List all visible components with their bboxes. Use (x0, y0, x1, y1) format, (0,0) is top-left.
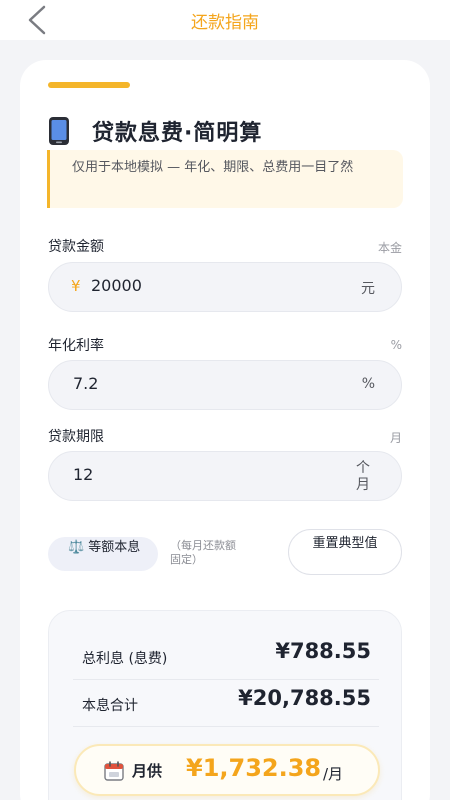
term-input[interactable]: 12 个 月 (48, 451, 402, 501)
term-hint: 月 (389, 431, 402, 445)
interest-label: 总利息 (息费) (82, 651, 168, 667)
mode-note: （每月还款额固定） (170, 539, 236, 566)
rate-label: 年化利率 (48, 338, 104, 354)
total-value: ¥20,788.55 (238, 686, 371, 710)
top-bar: 还款指南 (0, 0, 450, 40)
card-title: 贷款息费·简明算 (92, 121, 263, 146)
result-panel: 总利息 (息费) ¥788.55 本息合计 ¥20,788.55 月供 ¥1,7… (48, 610, 402, 800)
monthly-label: 月供 (132, 762, 163, 780)
total-row: 本息合计 ¥20,788.55 (73, 682, 379, 727)
principal-unit: 元 (361, 281, 375, 297)
calendar-icon (104, 761, 124, 781)
disclaimer-note: 仅用于本地模拟 — 年化、期限、总费用一目了然 (47, 150, 403, 208)
currency-prefix: ¥ (71, 277, 81, 295)
page-title: 还款指南 (191, 13, 259, 33)
balance-scale-icon: ⚖️ (68, 540, 85, 555)
principal-input[interactable]: ¥ 20000 元 (48, 262, 402, 312)
term-unit-line1: 个 (356, 460, 370, 476)
total-label: 本息合计 (82, 698, 138, 714)
term-label: 贷款期限 (48, 429, 104, 445)
principal-value: 20000 (91, 276, 142, 295)
term-unit: 个 月 (355, 460, 371, 494)
interest-value: ¥788.55 (275, 639, 371, 663)
reset-defaults-button[interactable]: 重置典型值 (288, 529, 402, 575)
principal-label: 贷款金额 (48, 239, 104, 255)
rate-input[interactable]: 7.2 % (48, 360, 402, 410)
repayment-mode-chip[interactable]: ⚖️ 等额本息 (48, 537, 158, 571)
mobile-phone-icon (49, 117, 69, 145)
term-unit-line2: 月 (356, 477, 370, 493)
card-title-row: 贷款息费·简明算 (48, 115, 262, 147)
rate-hint: % (390, 338, 402, 352)
mode-label: 等额本息 (88, 540, 141, 555)
rate-unit: % (361, 376, 375, 392)
monthly-value: ¥1,732.38 (186, 754, 322, 782)
accent-bar (48, 82, 130, 88)
term-value: 12 (73, 465, 94, 484)
monthly-unit: /月 (323, 765, 344, 783)
principal-hint: 本金 (377, 241, 402, 255)
interest-row: 总利息 (息费) ¥788.55 (73, 635, 379, 680)
rate-value: 7.2 (73, 374, 99, 393)
monthly-payment-pill: 月供 ¥1,732.38 /月 (74, 744, 380, 796)
calculator-card: 贷款息费·简明算 仅用于本地模拟 — 年化、期限、总费用一目了然 贷款金额 本金… (20, 60, 430, 800)
